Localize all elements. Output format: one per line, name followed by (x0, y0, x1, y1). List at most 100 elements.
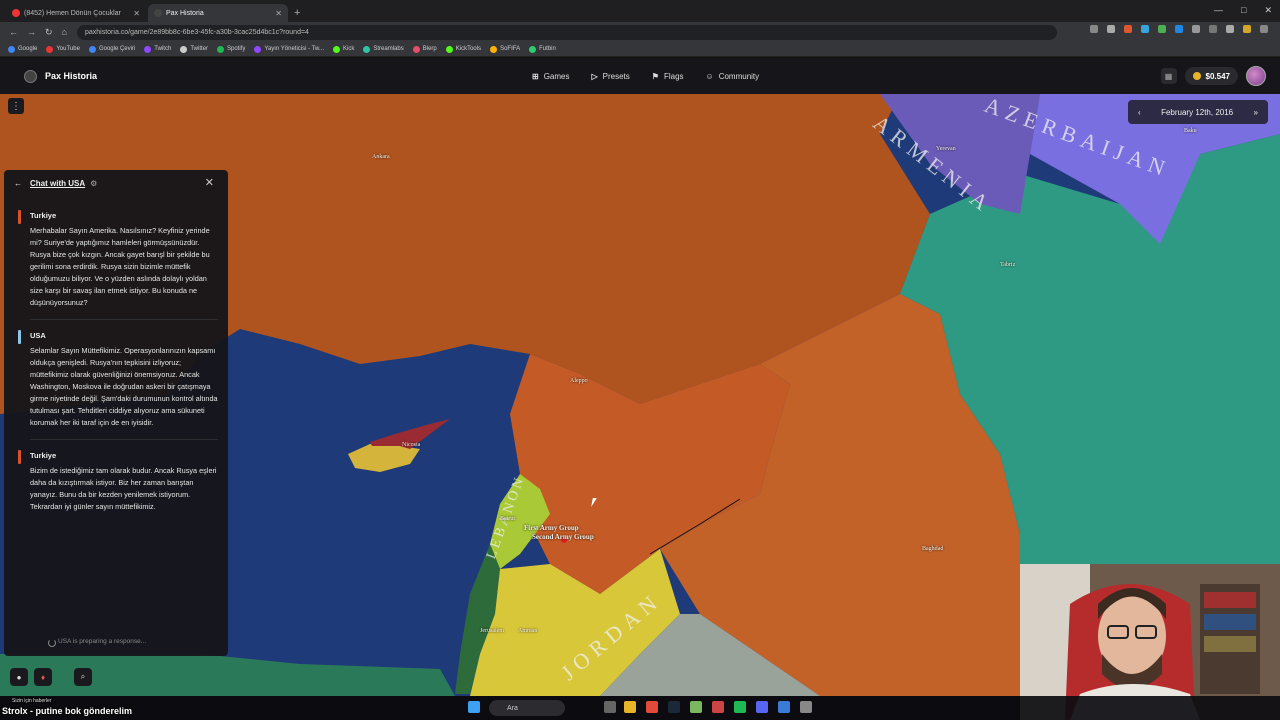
address-bar: ← → ↻ ⌂ paxhistoria.co/game/2e89bb8c-6be… (0, 22, 1280, 42)
bookmark-sofifa[interactable]: SoFIFA (490, 45, 520, 53)
steam-icon[interactable] (668, 701, 680, 713)
bookmark-spotify[interactable]: Spotify (216, 45, 245, 53)
chat-bubble-icon[interactable]: ● (10, 668, 28, 686)
chat-panel: ← Chat with USA ⚙ ✕ Turkiye Merhabalar S… (4, 170, 228, 656)
discord-icon[interactable] (756, 701, 768, 713)
game-date: February 12th, 2016 (1161, 107, 1234, 117)
chrome-icon[interactable] (646, 701, 658, 713)
response-status: USA is preparing a response... (47, 638, 147, 647)
close-icon[interactable]: ✕ (133, 9, 140, 18)
extensions-bar (1090, 25, 1268, 33)
message-sender: USA (30, 331, 46, 340)
app-header: Pax Historia ⊞ Games ▷ Presets ⚑ Flags ☺ Com… (0, 58, 1280, 94)
close-icon[interactable]: ✕ (275, 9, 282, 18)
extension-icon[interactable] (1158, 25, 1166, 33)
bookmark-twitch[interactable]: Twitch (144, 45, 171, 53)
bookmark-blerp[interactable]: Blerp (412, 45, 437, 53)
url-input[interactable]: paxhistoria.co/game/2e89bb8c-6be3-45fc-a… (76, 24, 1057, 40)
city-baku[interactable]: Baku (1184, 128, 1197, 134)
minimize-icon[interactable]: — (1214, 5, 1223, 16)
cast-icon[interactable] (1090, 25, 1098, 33)
apps-icon[interactable]: ▦ (1160, 68, 1177, 84)
chat-message: Turkiye Bizim de istediğimiz tam olarak … (18, 450, 218, 513)
app-icon[interactable] (800, 701, 812, 713)
city-ankara[interactable]: Ankara (372, 154, 390, 160)
city-amman[interactable]: Amman (518, 628, 537, 634)
sidebar-icon[interactable] (1226, 25, 1234, 33)
globe-icon (24, 69, 37, 83)
window-controls: — □ ✕ (1214, 5, 1272, 16)
avatar[interactable] (1246, 66, 1266, 86)
ticker-caption: Sizin için haberler (12, 698, 52, 704)
bookmark-futbin[interactable]: Futbin (529, 45, 556, 53)
extensions-icon[interactable] (1209, 25, 1217, 33)
map-menu-button[interactable]: ⋮ (8, 98, 24, 114)
city-baghdad[interactable]: Baghdad (922, 546, 943, 552)
extension-icon[interactable] (1141, 25, 1149, 33)
bookmark-kick[interactable]: Kick (333, 45, 354, 53)
search-icon[interactable]: ⌕ (74, 668, 92, 686)
home-icon[interactable]: ⌂ (62, 27, 67, 37)
file-explorer-icon[interactable] (624, 701, 636, 713)
app-icon[interactable] (778, 701, 790, 713)
star-icon[interactable] (1107, 25, 1115, 33)
app-icon[interactable] (690, 701, 702, 713)
city-jerusalem[interactable]: Jerusalem (480, 628, 504, 634)
bookmark-youtube[interactable]: YouTube (46, 45, 80, 53)
bookmark-streamlabs[interactable]: Streamlabs (363, 45, 404, 53)
nav-games[interactable]: ⊞ Games (532, 72, 570, 81)
bookmark-kicktools[interactable]: KickTools (445, 45, 481, 53)
message-text: Bizim de istediğimiz tam olarak budur. A… (30, 466, 217, 511)
reload-icon[interactable]: ↻ (45, 27, 53, 38)
date-navigator: ‹ February 12th, 2016 » (1128, 100, 1268, 124)
message-text: Selamlar Sayın Müttefikimiz. Operasyonla… (30, 346, 218, 427)
city-beirut[interactable]: Beirut (500, 516, 515, 522)
task-view-icon[interactable] (604, 701, 616, 713)
stream-ticker: Sizin için haberler Strolx - putine bok … (2, 698, 132, 716)
unit-first-army-group[interactable]: First Army Group (524, 524, 579, 532)
tab-pax-historia[interactable]: Pax Historia ✕ (148, 4, 288, 22)
fire-icon[interactable]: ♦ (34, 668, 52, 686)
menu-icon[interactable] (1260, 25, 1268, 33)
nav-presets[interactable]: ▷ Presets (592, 72, 630, 81)
browser-tab-bar: (8452) Hemen Dönün Çocuklar ✕ Pax Histor… (0, 0, 1280, 22)
extension-icon[interactable] (1124, 25, 1132, 33)
balance-badge[interactable]: $0.547 (1184, 67, 1238, 85)
bookmark-google[interactable]: Google (8, 45, 37, 53)
settings-icon[interactable]: ⚙ (90, 179, 97, 188)
close-window-icon[interactable]: ✕ (1264, 5, 1272, 16)
unit-second-army-group[interactable]: Second Army Group (532, 533, 594, 541)
header-right: ▦ $0.547 (1160, 66, 1266, 86)
bookmark-yayin-yoneticisi[interactable]: Yayın Yöneticisi - Tw... (254, 45, 324, 53)
brand-logo[interactable]: Pax Historia (24, 69, 97, 83)
bookmark-twitter[interactable]: Twitter (180, 45, 208, 53)
close-icon[interactable]: ✕ (205, 176, 214, 189)
extension-icon[interactable] (1192, 25, 1200, 33)
bookmark-google-translate[interactable]: Google Çeviri (88, 45, 135, 53)
chat-message: Turkiye Merhabalar Sayın Amerika. Nasıls… (18, 210, 218, 320)
app-icon[interactable] (712, 701, 724, 713)
city-nicosia[interactable]: Nicosia (402, 442, 420, 448)
nav-flags[interactable]: ⚑ Flags (652, 72, 684, 81)
spotify-icon[interactable] (734, 701, 746, 713)
windows-start-icon[interactable] (468, 701, 480, 713)
chevron-left-icon[interactable]: ‹ (1138, 108, 1141, 117)
city-yerevan[interactable]: Yerevan (936, 146, 956, 152)
city-aleppo[interactable]: Aleppo (570, 378, 588, 384)
new-tab-button[interactable]: + (294, 7, 300, 19)
nav-community[interactable]: ☺ Community (706, 72, 760, 81)
back-arrow-icon[interactable]: ← (14, 179, 22, 188)
forward-icon[interactable]: → (27, 27, 36, 37)
taskbar-search[interactable]: Ara (489, 700, 565, 716)
chat-title[interactable]: Chat with USA (30, 179, 85, 188)
profile-icon[interactable] (1243, 25, 1251, 33)
url-text: paxhistoria.co/game/2e89bb8c-6be3-45fc-a… (84, 28, 309, 36)
back-icon[interactable]: ← (9, 27, 18, 37)
city-tabriz[interactable]: Tabriz (1000, 262, 1015, 268)
coin-icon (1192, 72, 1201, 80)
maximize-icon[interactable]: □ (1241, 5, 1246, 16)
youtube-icon (12, 9, 20, 17)
extension-icon[interactable] (1175, 25, 1183, 33)
fast-forward-icon[interactable]: » (1254, 108, 1258, 117)
tab-youtube[interactable]: (8452) Hemen Dönün Çocuklar ✕ (6, 4, 146, 22)
